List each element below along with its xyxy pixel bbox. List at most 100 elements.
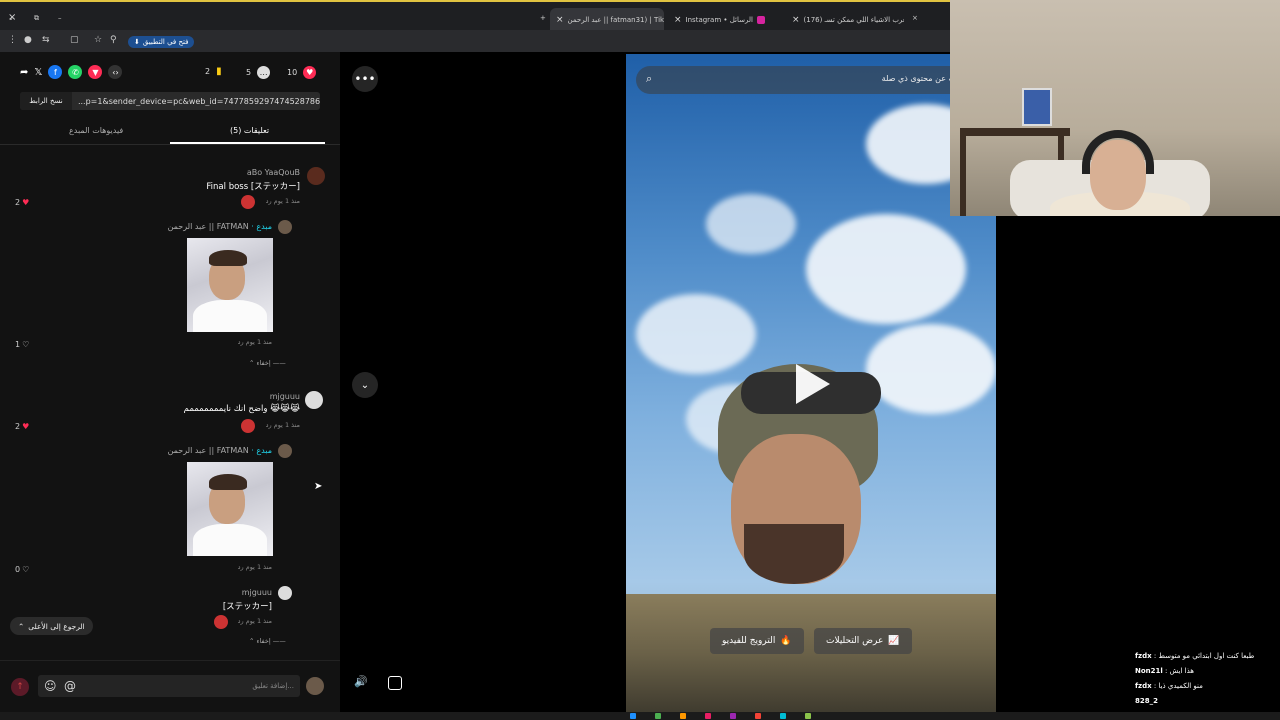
avatar[interactable] (278, 586, 292, 600)
cloud (636, 294, 756, 374)
comment-user[interactable]: mjguuu (242, 588, 272, 597)
tab-youtube[interactable]: × (176) اغرب الاشياء اللي ممكن تسـ (786, 8, 904, 32)
close-icon[interactable]: × (792, 15, 800, 25)
tab-divider (0, 144, 340, 145)
hide-label: إخفاء (256, 637, 271, 645)
close-icon[interactable]: × (556, 15, 564, 25)
embed-icon[interactable]: ‹› (108, 65, 123, 79)
close-icon[interactable]: × (674, 15, 682, 25)
search-icon[interactable]: ⌕ (646, 72, 652, 86)
more-options-button[interactable]: ••• (352, 66, 378, 92)
comment-likes[interactable]: 2 ♥ (15, 198, 29, 207)
comment-bar: ↑ ☺ @ إضافة تعليق... (0, 660, 340, 710)
tab-comments[interactable]: تعليقات (5) (230, 126, 269, 135)
like-count-value: 2 (15, 422, 21, 431)
emoji-icon[interactable]: ☺ (44, 679, 57, 693)
bookmark-star-icon[interactable]: ☆ (94, 35, 102, 45)
app-icon[interactable] (805, 713, 811, 719)
share-icon[interactable]: ➦ (20, 67, 28, 78)
back-to-top-label: الرجوع إلى الأعلى (28, 621, 85, 631)
view-analytics-button[interactable]: عرض التحليلات 📈 (814, 628, 912, 654)
avatar[interactable] (307, 167, 325, 185)
facebook-icon[interactable]: f (48, 65, 63, 79)
comment-user[interactable]: عبد الرحمن || FATMAN · مبدع (168, 222, 272, 231)
promote-video-button[interactable]: الترويج للفيديو 🔥 (710, 628, 804, 654)
comment-likes[interactable]: 0 ♡ (15, 565, 29, 574)
headset (1082, 130, 1154, 174)
tab-instagram[interactable]: × Instagram • الرسائل (668, 8, 778, 32)
like-count-value: 0 (15, 565, 21, 574)
user-avatar[interactable] (306, 677, 324, 695)
save-count[interactable]: 2 ▮ (205, 66, 222, 77)
comment-user[interactable]: mjguuu (270, 392, 300, 401)
sticker-image[interactable] (187, 238, 273, 332)
minus-icon[interactable]: – (52, 6, 68, 30)
like-count-value: 2 (15, 198, 21, 207)
video-search-bar[interactable]: ⌕ ابحث عن محتوى ذي صلة (636, 66, 966, 94)
zoom-icon[interactable]: ⚲ (110, 35, 117, 45)
comment-meta[interactable]: منذ 1 يوم رد (238, 617, 272, 625)
next-video-button[interactable]: ⌄ (352, 372, 378, 398)
cloud (866, 324, 996, 414)
comment-meta[interactable]: منذ 1 يوم رد (238, 563, 272, 571)
app-icon[interactable] (730, 713, 736, 719)
heart-outline-icon: ♡ (22, 340, 30, 349)
menu-dots-icon[interactable]: ⋮ (8, 35, 17, 45)
post-comment-button[interactable]: ↑ (11, 678, 29, 696)
comment-meta[interactable]: منذ 1 يوم رد (238, 338, 272, 346)
chart-icon: 📈 (888, 636, 900, 646)
comment-likes[interactable]: 2 ♥ (15, 422, 29, 431)
app-icon[interactable] (755, 713, 761, 719)
tab-creator-videos[interactable]: فيديوهات المبدع (69, 126, 123, 135)
copy-link-button[interactable]: نسخ الرابط (20, 92, 72, 110)
play-icon[interactable] (796, 364, 830, 404)
profile-icon[interactable]: ● (24, 35, 32, 45)
tab-tiktok[interactable]: × عبد الرحمن || fatman31) | TikTok (550, 8, 664, 32)
whatsapp-icon[interactable]: ✆ (68, 65, 83, 79)
tab-title: (176) اغرب الاشياء اللي ممكن تسـ (803, 16, 904, 24)
mention-icon[interactable]: @ (64, 679, 76, 693)
tab-search-icon[interactable]: ▢ (70, 35, 79, 45)
video-player[interactable]: ⌕ ابحث عن محتوى ذي صلة الترويج للفيديو 🔥… (626, 54, 996, 714)
tab-switch-icon[interactable]: ⧉ (28, 6, 45, 30)
app-icon[interactable] (680, 713, 686, 719)
comment-input[interactable]: ☺ @ إضافة تعليق... (38, 675, 300, 697)
video-url[interactable]: ...p=1&sender_device=pc&web_id=747785929… (72, 97, 320, 106)
taskbar (0, 712, 1280, 720)
back-to-top-button[interactable]: ⌃ الرجوع إلى الأعلى (10, 617, 93, 635)
like-count[interactable]: 10 ♥ (287, 66, 317, 79)
close-icon[interactable]: × (906, 6, 924, 30)
app-icon[interactable] (655, 713, 661, 719)
comment-user-name: عبد الرحمن || FATMAN (167, 222, 249, 231)
comment-user[interactable]: aBo YaaQouB (247, 168, 300, 177)
open-in-app-button[interactable]: ⬇ فتح في التطبيق (128, 36, 195, 48)
comment-likes[interactable]: 1 ♡ (15, 340, 29, 349)
link-box: نسخ الرابط ...p=1&sender_device=pc&web_i… (20, 92, 320, 110)
extensions-icon[interactable]: ⇆ (42, 35, 50, 45)
avatar[interactable] (305, 391, 323, 409)
tab-title: Instagram • الرسائل (685, 16, 753, 24)
avatar[interactable] (278, 444, 292, 458)
save-count-value: 2 (205, 67, 211, 76)
comment-count[interactable]: 5 … (246, 66, 271, 79)
x-icon[interactable]: 𝕏 (34, 67, 42, 78)
comment-meta[interactable]: منذ 1 يوم رد (266, 197, 300, 205)
hide-replies-button[interactable]: ⌃ إخفاء —— (249, 637, 286, 645)
beard-image (744, 524, 844, 584)
app-icon[interactable] (630, 713, 636, 719)
picture-in-picture-icon[interactable] (388, 676, 402, 690)
avatar[interactable] (278, 220, 292, 234)
app-icon[interactable] (780, 713, 786, 719)
comment-count-value: 5 (246, 68, 252, 77)
window-close-icon[interactable]: × (8, 12, 16, 23)
comment-meta[interactable]: منذ 1 يوم رد (266, 421, 300, 429)
hide-replies-button[interactable]: ⌃ إخفاء —— (249, 359, 286, 367)
send-icon[interactable]: ▼ (88, 65, 103, 79)
comment-user[interactable]: عبد الرحمن || FATMAN · مبدع (168, 446, 272, 455)
app-icon[interactable] (705, 713, 711, 719)
sticker-image[interactable] (187, 462, 273, 556)
flame-icon: 🔥 (780, 636, 792, 646)
comment-text: واضح انك نايمممممممم 😹😹😹 (183, 404, 300, 414)
volume-icon[interactable]: 🔊 (354, 675, 368, 688)
like-count-value: 1 (15, 340, 21, 349)
